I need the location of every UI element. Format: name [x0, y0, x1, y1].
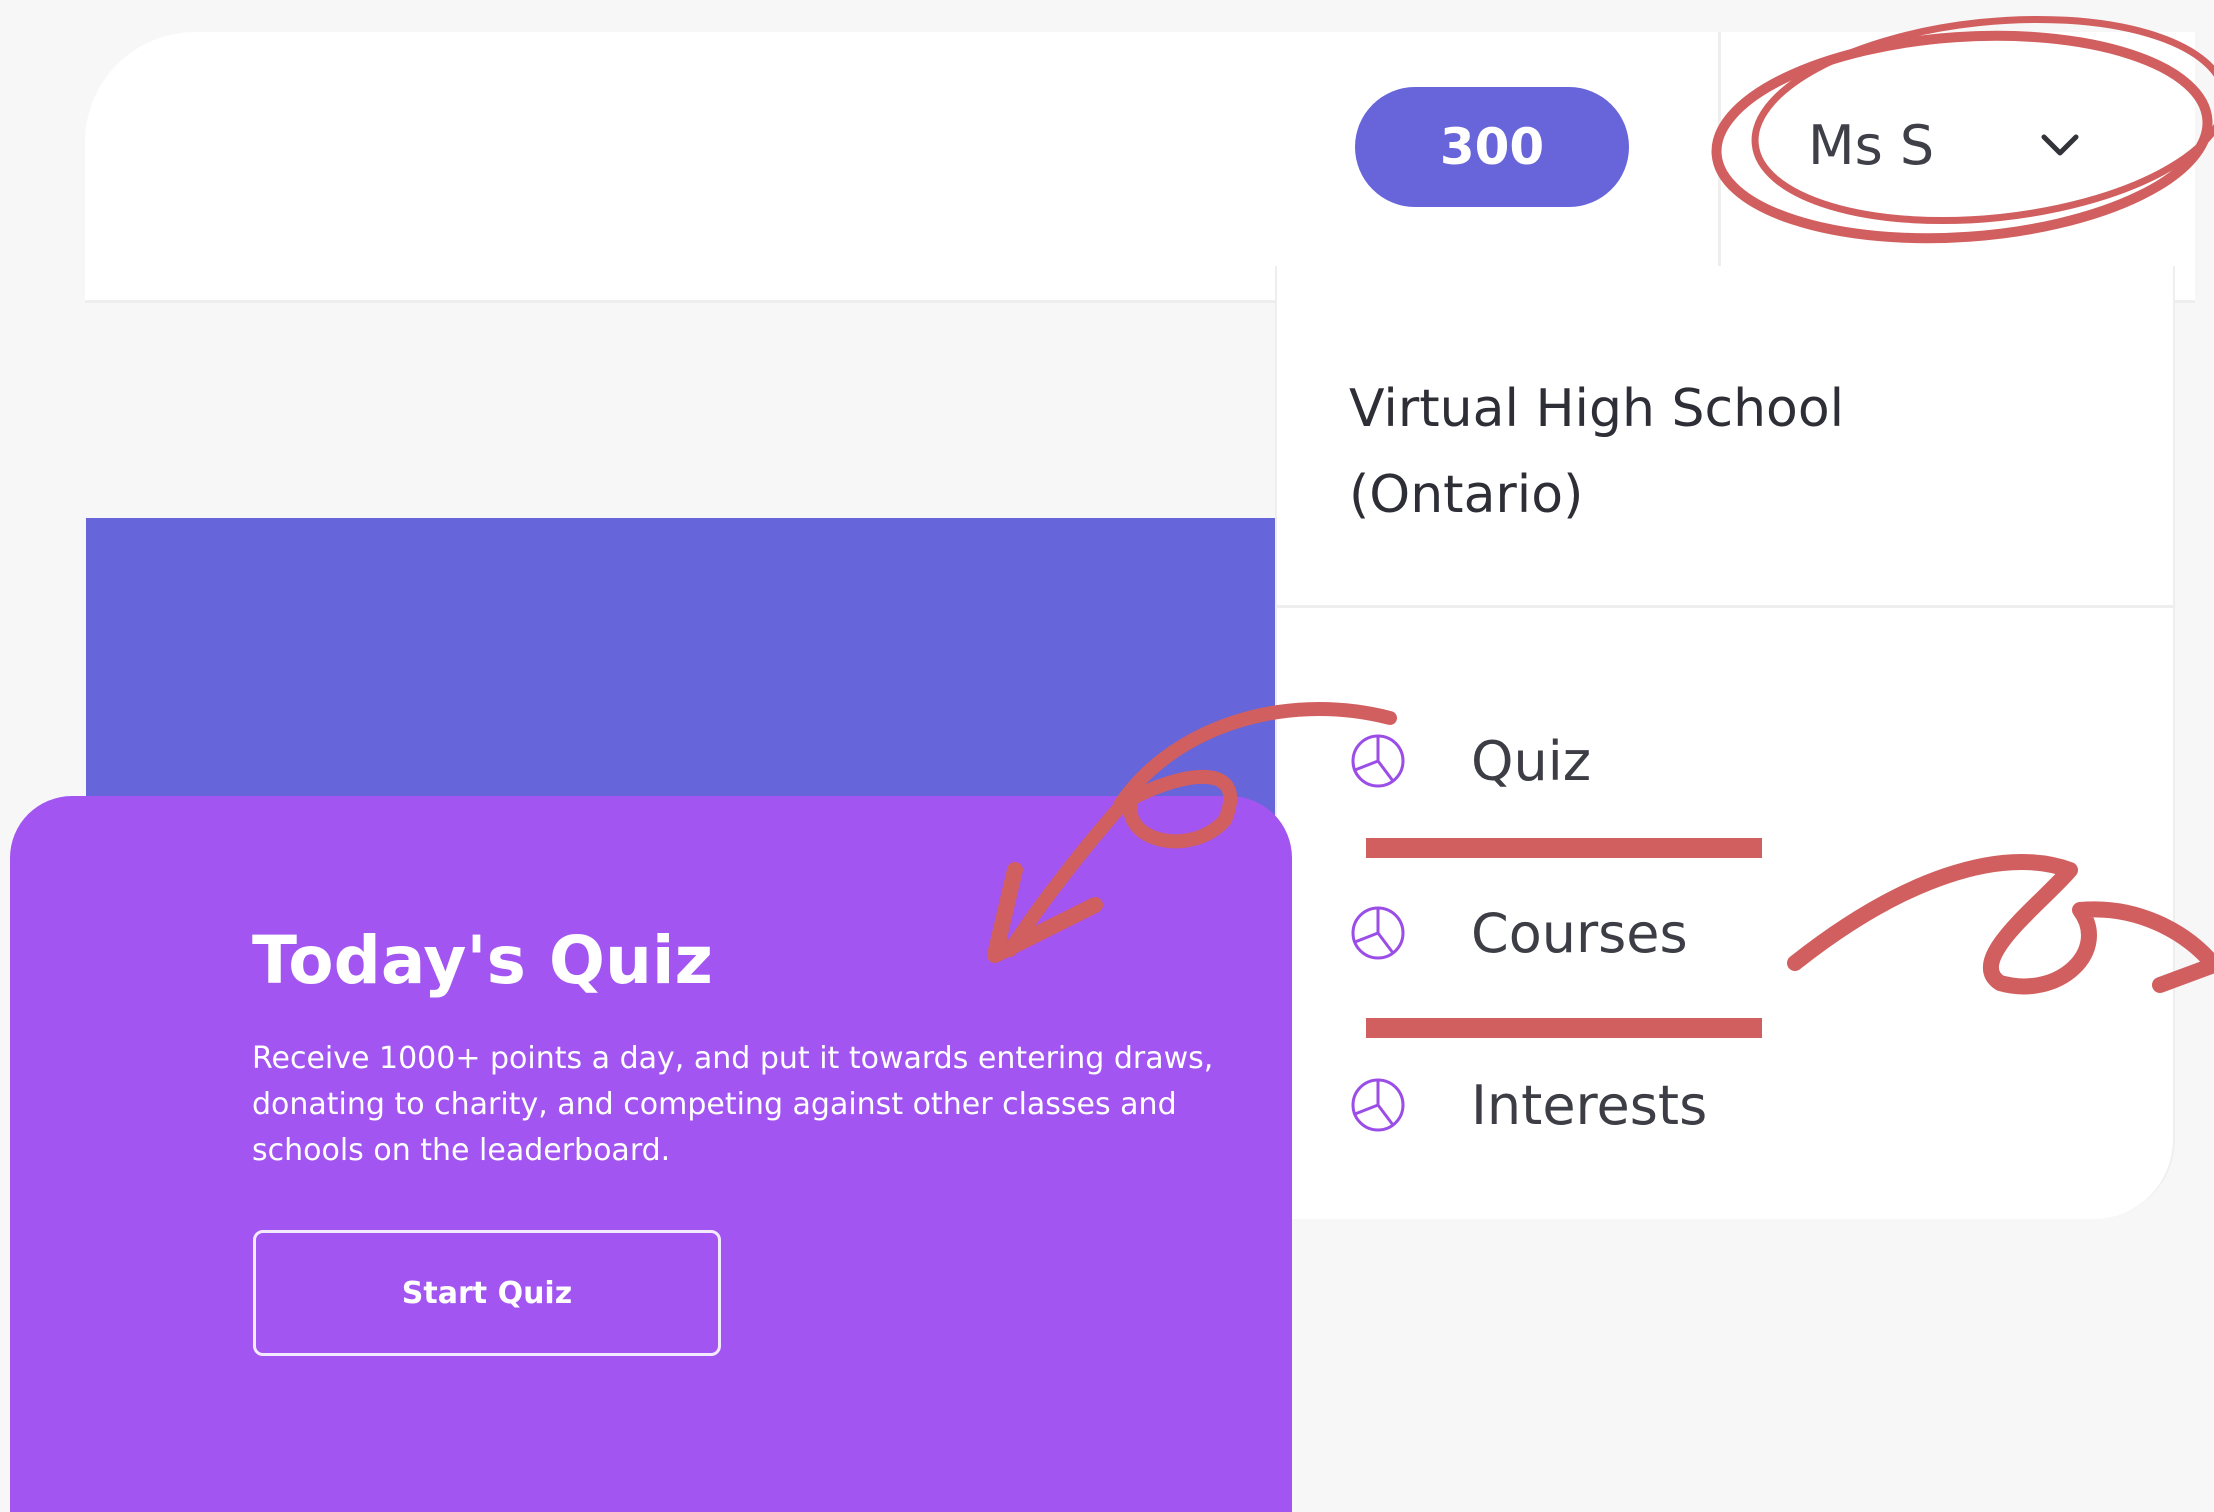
start-quiz-label: Start Quiz — [401, 1275, 573, 1311]
dropdown-divider — [1277, 605, 2173, 608]
menu-item-label: Interests — [1471, 1073, 1708, 1137]
chevron-down-icon — [2041, 134, 2079, 156]
school-name: Virtual High School (Ontario) — [1349, 379, 1845, 525]
start-quiz-button[interactable]: Start Quiz — [253, 1230, 721, 1356]
pie-chart-icon — [1351, 906, 1405, 960]
topbar-divider — [1718, 32, 1721, 270]
menu-item-courses[interactable]: Courses — [1347, 888, 2067, 978]
points-badge: 300 — [1355, 87, 1629, 207]
user-dropdown-menu: Virtual High School (Ontario) Quiz Cours… — [1275, 266, 2175, 1219]
quiz-description: Receive 1000+ points a day, and put it t… — [252, 1041, 1214, 1168]
user-name: Ms S — [1808, 114, 1935, 177]
menu-item-label: Quiz — [1471, 729, 1592, 793]
menu-item-quiz[interactable]: Quiz — [1347, 716, 2067, 806]
hero-banner — [86, 518, 1286, 818]
todays-quiz-card: Today's Quiz Receive 1000+ points a day,… — [10, 796, 1292, 1512]
points-value: 300 — [1439, 118, 1545, 176]
menu-item-label: Courses — [1471, 901, 1688, 965]
quiz-title: Today's Quiz — [252, 922, 713, 999]
pie-chart-icon — [1351, 1078, 1405, 1132]
menu-item-interests[interactable]: Interests — [1347, 1060, 2067, 1150]
user-menu-button[interactable]: Ms S — [1790, 100, 2110, 190]
pie-chart-icon — [1351, 734, 1405, 788]
